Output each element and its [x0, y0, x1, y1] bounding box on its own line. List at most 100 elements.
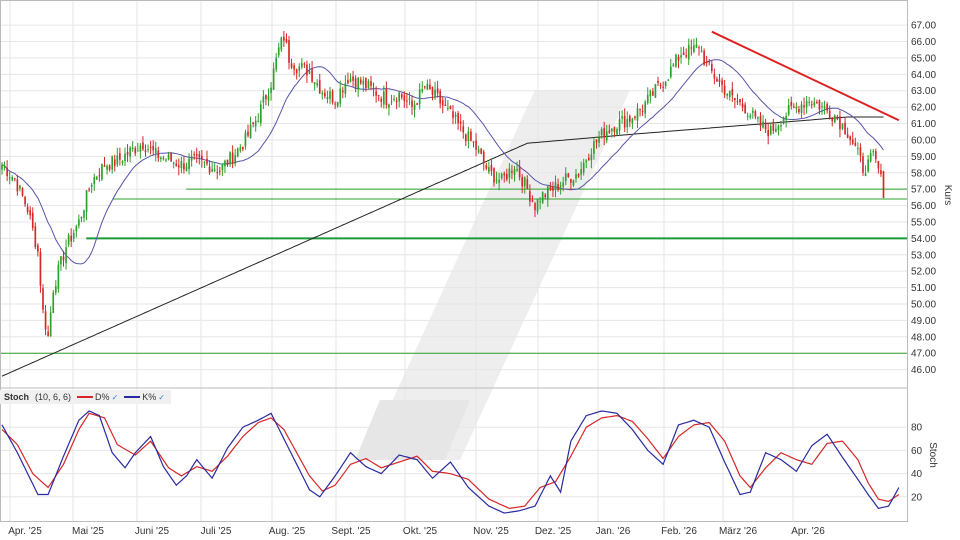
candle [777, 124, 780, 136]
candle [452, 105, 454, 125]
candle [80, 216, 83, 223]
legend-d-label: D% [95, 392, 110, 402]
candle [254, 115, 257, 132]
candle [872, 148, 875, 156]
candle [329, 86, 331, 105]
candle [482, 149, 485, 171]
candle [372, 82, 375, 97]
candle [85, 190, 88, 221]
candle [157, 146, 160, 162]
candle [408, 91, 411, 106]
candle [275, 52, 278, 73]
candle [111, 155, 114, 174]
candle [769, 123, 772, 136]
candle [741, 98, 744, 112]
candle [224, 159, 226, 174]
candle [485, 162, 488, 171]
candle [172, 161, 175, 169]
candle [416, 102, 418, 105]
legend-k-item[interactable]: K% ✓ [124, 392, 165, 402]
candle [787, 98, 790, 117]
month-tick-label: Feb. '26 [661, 526, 697, 537]
price-axis: 46.00 47.00 48.00 49.00 50.00 51.00 52.00 53.00… [911, 21, 936, 376]
candle [444, 98, 447, 107]
candle [101, 163, 103, 181]
candle [713, 68, 716, 85]
candle [70, 228, 73, 247]
candle [324, 88, 326, 99]
candle [616, 127, 618, 136]
candle [262, 90, 265, 110]
candle [318, 73, 321, 95]
checkmark-icon: ✓ [158, 392, 165, 402]
candle [439, 88, 442, 109]
candle [277, 42, 280, 58]
candle [95, 175, 98, 180]
candle [252, 121, 254, 128]
candle [290, 58, 293, 69]
candle [103, 156, 106, 167]
month-tick-label: Nov. '25 [473, 526, 509, 537]
candle [367, 79, 370, 90]
candle [52, 290, 55, 314]
candle [816, 99, 818, 105]
candle [129, 146, 131, 163]
candle [672, 62, 675, 67]
month-tick-label: Dez. '25 [535, 526, 572, 537]
candle [149, 140, 152, 155]
candle [108, 164, 111, 172]
candle [49, 306, 52, 337]
candle [772, 118, 775, 134]
candle [454, 111, 457, 124]
candle [675, 53, 677, 68]
price-tick-label: 55.00 [911, 217, 936, 228]
candle [93, 173, 96, 191]
candle [464, 133, 467, 147]
month-tick-label: Juni '25 [135, 526, 170, 537]
time-axis: Apr. '25 Mai '25 Juni '25 Juli '25 Aug. '25 S… [8, 526, 825, 537]
candle [152, 140, 155, 156]
price-tick-label: 56.00 [911, 201, 936, 212]
candle [380, 96, 383, 108]
candle [764, 118, 767, 134]
candle [244, 129, 247, 150]
candle [846, 127, 849, 139]
candle [190, 150, 193, 167]
candle [488, 161, 490, 175]
price-tick-label: 51.00 [911, 283, 936, 294]
price-tick-label: 50.00 [911, 299, 936, 310]
candle [685, 48, 688, 59]
price-tick-label: 63.00 [911, 86, 936, 97]
price-tick-label: 60.00 [911, 135, 936, 146]
candle [436, 80, 439, 98]
candle [618, 111, 621, 136]
candle [751, 107, 754, 119]
candle [183, 155, 185, 174]
candle [480, 147, 483, 155]
price-tick-label: 46.00 [911, 365, 936, 376]
candle [242, 146, 244, 152]
price-tick-label: 58.00 [911, 168, 936, 179]
candle [216, 165, 219, 180]
candle [449, 105, 452, 110]
legend-d-item[interactable]: D% ✓ [77, 392, 118, 402]
candle [718, 73, 721, 87]
candle [239, 144, 242, 153]
candle [621, 110, 623, 124]
candle [805, 96, 808, 114]
candle [126, 144, 129, 163]
candle [67, 233, 70, 248]
candle [800, 101, 803, 118]
candle [882, 170, 885, 199]
candle [477, 145, 480, 154]
candle [447, 100, 449, 111]
candle [854, 137, 857, 147]
month-tick-label: Apr. '25 [8, 526, 42, 537]
candle [60, 255, 62, 271]
candle [859, 143, 862, 163]
legend-k-label: K% [142, 392, 157, 402]
candle [654, 83, 657, 99]
candle [16, 174, 19, 196]
candle [313, 82, 316, 91]
candle [744, 102, 746, 114]
